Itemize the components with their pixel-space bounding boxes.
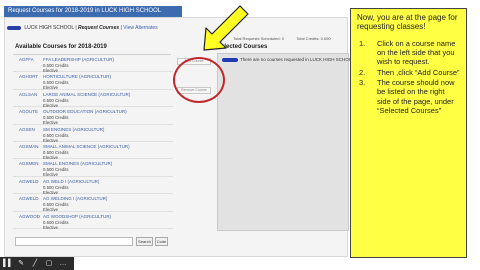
footer-decoration: [110, 262, 350, 266]
breadcrumb-school[interactable]: LUCK HIGH SCHOOL: [24, 25, 74, 31]
course-row[interactable]: AGWOOD AG WOODSHOP (AGRICULTUR) 0.500 Cred…: [13, 212, 173, 230]
course-code: AGOUTE: [19, 109, 39, 115]
breadcrumb-divider: |: [120, 25, 122, 31]
breadcrumb-separator: |: [75, 25, 77, 31]
pause-icon[interactable]: ▌▌: [3, 260, 13, 267]
course-name-link[interactable]: AG WELDING I (AGRICULTUR): [43, 196, 171, 201]
course-name-link[interactable]: FFA LEADERSHIP (AGRICULTUR): [43, 57, 171, 62]
course-type: Elective: [43, 224, 59, 230]
course-row[interactable]: AGSEN SM ENGINES (AGRICULTUR) 0.500 Credit…: [13, 125, 173, 143]
course-row[interactable]: AGOUTE OUTDOOR EDUCATION (AGRICULTUR) 0.50…: [13, 107, 173, 125]
available-courses-header: Available Courses for 2018-2019: [15, 44, 107, 50]
course-row[interactable]: AGSMAN SMALL ANIMAL SCIENCE (AGRICULTUR) 0…: [13, 142, 173, 160]
course-code: AGSEN: [19, 126, 35, 132]
course-name-link[interactable]: HORTICULTURE (AGRICULTUR): [43, 74, 171, 79]
eraser-icon[interactable]: ▢: [45, 260, 53, 267]
step-text: Then ,click “Add Course”: [377, 67, 460, 77]
credits-label: Total Credits:: [296, 36, 320, 41]
line-icon[interactable]: ╱: [31, 260, 39, 267]
course-name-link[interactable]: SM ENGINES (AGRICULTUR): [43, 127, 171, 132]
course-row[interactable]: AGWELD AG WELD I (AGRICULTUR) 0.500 Credit…: [13, 177, 173, 195]
course-name-link[interactable]: SMALL ENGINES (AGRICULTUR): [43, 161, 171, 166]
course-row[interactable]: AGSMEN SMALL ENGINES (AGRICULTUR) 0.500 Cr…: [13, 159, 173, 177]
step-number: 3.: [359, 78, 366, 87]
window-title: Request Courses for 2018-2019 in LUCK HI…: [4, 6, 182, 17]
course-code: AGSMAN: [19, 143, 39, 149]
available-course-list[interactable]: AGFFA FFA LEADERSHIP (AGRICULTUR) 0.500 Cr…: [13, 55, 173, 233]
course-code: AGWELD: [19, 178, 39, 184]
step-number: 1.: [359, 38, 366, 48]
highlight-circle: [173, 57, 225, 103]
course-row[interactable]: AGLSAN LARGE ANIMAL SCIENCE (AGRICULTUR) 0…: [13, 90, 173, 108]
course-code: AGWOOD: [19, 213, 40, 219]
course-name-link[interactable]: AG WOODSHOP (AGRICULTUR): [43, 214, 171, 219]
breadcrumb-active: Request Courses: [78, 25, 120, 31]
search-button[interactable]: Search: [136, 237, 153, 246]
empty-message-text: There are no courses requested in LUCK H…: [240, 57, 355, 62]
breadcrumb: LUCK HIGH SCHOOL | Request Courses | Vie…: [5, 23, 195, 33]
code-button[interactable]: Code: [155, 237, 168, 246]
instruction-step: 1. Click on a course name on the left sid…: [357, 39, 460, 67]
callout-intro: Now, you are at the page for requesting …: [357, 13, 458, 32]
course-code: AGHORT: [19, 74, 39, 80]
search-bar: Search Code: [15, 237, 175, 247]
course-code: AGSMEN: [19, 161, 39, 167]
course-code: AGLSAN: [19, 91, 38, 97]
more-icon[interactable]: …: [59, 260, 67, 267]
step-number: 2.: [359, 67, 366, 77]
course-code: AGFFA: [19, 57, 34, 62]
course-name-link[interactable]: OUTDOOR EDUCATION (AGRICULTUR): [43, 109, 171, 114]
instruction-step: 2. Then ,click “Add Course”: [357, 68, 460, 77]
app-panel: LUCK HIGH SCHOOL | Request Courses | Vie…: [4, 17, 355, 257]
request-stats: Total Requests Scheduled: 0 Total Credit…: [233, 35, 347, 43]
instruction-callout: Now, you are at the page for requesting …: [350, 8, 467, 258]
course-name-link[interactable]: SMALL ANIMAL SCIENCE (AGRICULTUR): [43, 144, 171, 149]
course-row[interactable]: AGWELD AG WELDING I (AGRICULTUR) 0.500 Cre…: [13, 194, 173, 212]
course-name-link[interactable]: AG WELD I (AGRICULTUR): [43, 179, 171, 184]
scribble-mark: [222, 57, 238, 62]
presentation-toolbar: ▌▌ ✎ ╱ ▢ …: [0, 257, 74, 270]
selected-courses-panel: There are no courses requested in LUCK H…: [217, 53, 355, 231]
course-row[interactable]: AGFFA FFA LEADERSHIP (AGRICULTUR) 0.500 Cr…: [13, 55, 173, 73]
course-code: AGWELD: [19, 196, 39, 202]
page: Request Courses for 2018-2019 in LUCK HI…: [0, 0, 480, 270]
instruction-steps: 1. Click on a course name on the left sid…: [357, 39, 460, 115]
credits-value: 0.000: [320, 36, 331, 41]
pointer-arrow-icon: [203, 5, 249, 51]
course-name-link[interactable]: LARGE ANIMAL SCIENCE (AGRICULTUR): [43, 92, 171, 97]
step-text: The course should now be listed on the r…: [377, 78, 455, 115]
course-row[interactable]: AGHORT HORTICULTURE (AGRICULTUR) 0.500 Cre…: [13, 72, 173, 90]
requests-value: 0: [281, 36, 284, 41]
empty-message: There are no courses requested in LUCK H…: [222, 57, 355, 62]
search-input[interactable]: [15, 237, 133, 246]
scribble-mark: [7, 25, 21, 30]
view-alternates-link[interactable]: View Alternates: [123, 25, 157, 31]
step-text: Click on a course name on the left side …: [377, 38, 456, 67]
pen-icon[interactable]: ✎: [17, 260, 25, 267]
instruction-step: 3. The course should now be listed on the…: [357, 78, 460, 115]
